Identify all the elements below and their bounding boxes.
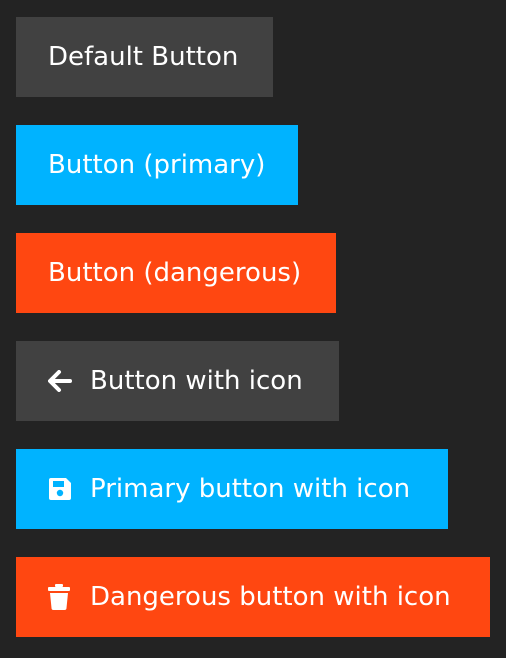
arrow-left-icon — [48, 367, 78, 395]
dangerous-button-with-icon-label: Dangerous button with icon — [90, 582, 451, 612]
button-with-icon[interactable]: Button with icon — [16, 341, 339, 421]
dangerous-button[interactable]: Button (dangerous) — [16, 233, 336, 313]
button-showcase: Default Button Button (primary) Button (… — [0, 0, 506, 658]
primary-button-with-icon-label: Primary button with icon — [90, 474, 411, 504]
save-icon — [48, 475, 78, 503]
primary-button-with-icon[interactable]: Primary button with icon — [16, 449, 448, 529]
primary-button-label: Button (primary) — [48, 150, 266, 180]
trash-icon — [48, 583, 78, 611]
dangerous-button-label: Button (dangerous) — [48, 258, 302, 288]
dangerous-button-with-icon[interactable]: Dangerous button with icon — [16, 557, 490, 637]
primary-button[interactable]: Button (primary) — [16, 125, 298, 205]
default-button[interactable]: Default Button — [16, 17, 273, 97]
button-with-icon-label: Button with icon — [90, 366, 303, 396]
default-button-label: Default Button — [48, 42, 239, 72]
